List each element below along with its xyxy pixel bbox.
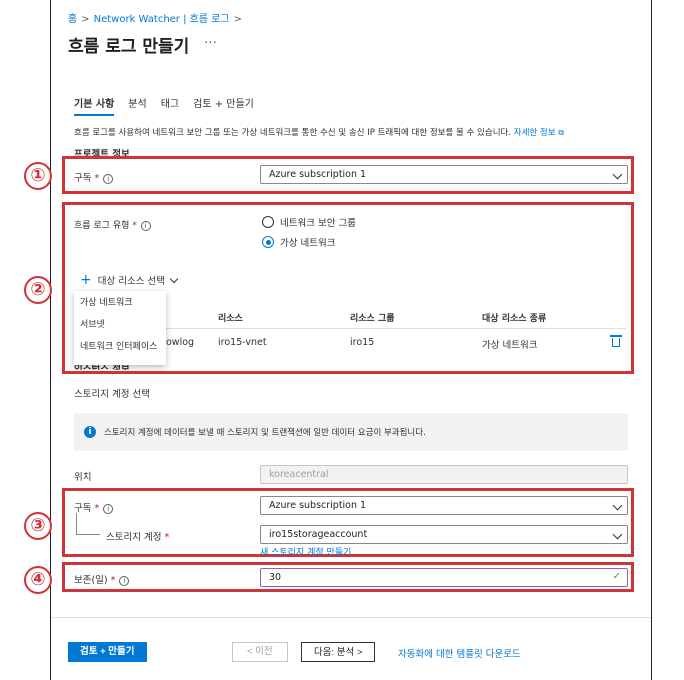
- required-marker: *: [164, 532, 170, 543]
- table-cell-resource-group: iro15: [350, 337, 375, 348]
- info-bar-text: 스토리지 계정에 데이터를 보낼 때 스토리지 및 트랜잭션에 일반 데이터 요…: [104, 428, 426, 438]
- required-marker: *: [132, 221, 137, 231]
- subscription-label-text: 구독: [74, 173, 92, 184]
- learn-more-link[interactable]: 자세한 정보: [514, 128, 556, 138]
- radio-nsg-label: 네트워크 보안 그룹: [280, 218, 356, 229]
- select-target-resource-label: 대상 리소스 선택: [97, 276, 165, 287]
- info-icon[interactable]: i: [103, 173, 114, 184]
- required-marker: *: [110, 575, 116, 586]
- checkmark-icon: ✓: [612, 571, 621, 582]
- table-cell-name: owlog: [166, 337, 195, 348]
- tree-connector: [76, 513, 77, 535]
- required-marker: *: [94, 173, 100, 184]
- storage-account-label: 스토리지 계정 *: [106, 529, 169, 543]
- radio-vnet[interactable]: 가상 네트워크: [262, 235, 335, 249]
- marker-1: ①: [24, 162, 52, 190]
- info-filled-icon: i: [84, 426, 96, 438]
- breadcrumb-home[interactable]: 홈: [68, 14, 77, 25]
- select-target-resource-button[interactable]: + 대상 리소스 선택: [80, 272, 179, 288]
- location-field: koreacentral: [260, 465, 628, 484]
- table-cell-target-type: 가상 네트워크: [482, 340, 538, 351]
- storage-account-select[interactable]: iro15storageaccount: [260, 525, 628, 544]
- table-cell-resource: iro15-vnet: [218, 337, 267, 348]
- flow-log-type-label-text: 흐름 로그 유형: [74, 221, 130, 231]
- tab-analytics[interactable]: 분석: [128, 95, 146, 116]
- footer-divider: [51, 617, 651, 618]
- breadcrumb-separator: >: [81, 14, 90, 25]
- breadcrumb-network-watcher[interactable]: Network Watcher | 흐름 로그: [94, 14, 230, 25]
- chevron-down-icon: [169, 274, 179, 283]
- retention-label-text: 보존(일): [74, 575, 108, 586]
- info-icon[interactable]: i: [103, 503, 114, 514]
- tab-tags[interactable]: 태그: [161, 95, 179, 116]
- radio-nsg[interactable]: 네트워크 보안 그룹: [262, 215, 356, 229]
- info-bar: i 스토리지 계정에 데이터를 보낼 때 스토리지 및 트랜잭션에 일반 데이터…: [74, 413, 628, 451]
- column-header-resource: 리소스: [218, 314, 243, 324]
- column-header-target-type: 대상 리소스 종류: [482, 314, 547, 324]
- info-icon[interactable]: i: [140, 220, 151, 231]
- more-options-icon[interactable]: …: [204, 32, 218, 47]
- storage-account-heading: 스토리지 계정 선택: [74, 389, 150, 400]
- chevron-down-icon: [612, 529, 623, 540]
- menu-item-virtual-network[interactable]: 가상 네트워크: [80, 297, 160, 319]
- info-icon[interactable]: i: [119, 575, 130, 586]
- plus-icon: +: [80, 272, 92, 288]
- chevron-down-icon: [612, 500, 623, 511]
- radio-vnet-label: 가상 네트워크: [280, 238, 336, 249]
- required-marker: *: [94, 503, 100, 514]
- retention-label: 보존(일) * i: [74, 572, 130, 586]
- column-header-resource-group: 리소스 그룹: [350, 314, 395, 324]
- description: 흐름 로그를 사용하여 네트워크 보안 그룹 또는 가상 네트워크를 통한 수신…: [74, 126, 634, 138]
- next-analytics-button[interactable]: 다음: 분석 >: [301, 642, 376, 662]
- marker-2: ②: [24, 276, 52, 304]
- tab-basics[interactable]: 기본 사항: [74, 95, 115, 116]
- subscription-select[interactable]: Azure subscription 1: [260, 165, 628, 184]
- location-label: 위치: [74, 472, 92, 483]
- description-text: 흐름 로그를 사용하여 네트워크 보안 그룹 또는 가상 네트워크를 통한 수신…: [74, 128, 512, 138]
- tab-review-create[interactable]: 검토 + 만들기: [193, 95, 254, 116]
- marker-4: ④: [24, 566, 52, 594]
- review-create-button[interactable]: 검토 + 만들기: [68, 642, 147, 662]
- storage-subscription-select[interactable]: Azure subscription 1: [260, 496, 628, 515]
- table-divider: [166, 328, 626, 329]
- menu-item-subnet[interactable]: 서브넷: [80, 319, 160, 341]
- menu-item-network-interface[interactable]: 네트워크 인터페이스: [80, 341, 160, 363]
- breadcrumb: 홈 > Network Watcher | 흐름 로그 >: [68, 10, 246, 25]
- storage-account-value: iro15storageaccount: [269, 529, 368, 540]
- page-title: 흐름 로그 만들기: [68, 37, 190, 57]
- retention-days-value: 30: [269, 572, 282, 583]
- tab-bar: 기본 사항 분석 태그 검토 + 만들기: [74, 95, 254, 116]
- marker-3: ③: [24, 512, 52, 540]
- storage-subscription-label: 구독 * i: [74, 500, 114, 514]
- subscription-label: 구독 * i: [74, 170, 114, 184]
- target-resource-menu: 가상 네트워크 서브넷 네트워크 인터페이스: [74, 291, 166, 365]
- storage-account-label-text: 스토리지 계정: [106, 532, 162, 543]
- download-template-link[interactable]: 자동화에 대한 템플릿 다운로드: [398, 646, 521, 660]
- retention-days-input[interactable]: 30 ✓: [260, 568, 628, 587]
- tree-connector: [76, 534, 100, 535]
- external-link-icon: ⧉: [558, 128, 564, 137]
- storage-subscription-value: Azure subscription 1: [269, 500, 367, 511]
- flow-log-type-label: 흐름 로그 유형 * i: [74, 218, 151, 231]
- radio-button[interactable]: [262, 216, 274, 228]
- previous-button[interactable]: < 이전: [232, 642, 288, 662]
- radio-button-selected[interactable]: [262, 236, 274, 248]
- delete-icon[interactable]: [610, 335, 622, 347]
- chevron-down-icon: [612, 169, 623, 180]
- subscription-value: Azure subscription 1: [269, 169, 367, 180]
- create-storage-account-link[interactable]: 새 스토리지 계정 만들기: [260, 545, 351, 558]
- breadcrumb-separator: >: [233, 14, 243, 25]
